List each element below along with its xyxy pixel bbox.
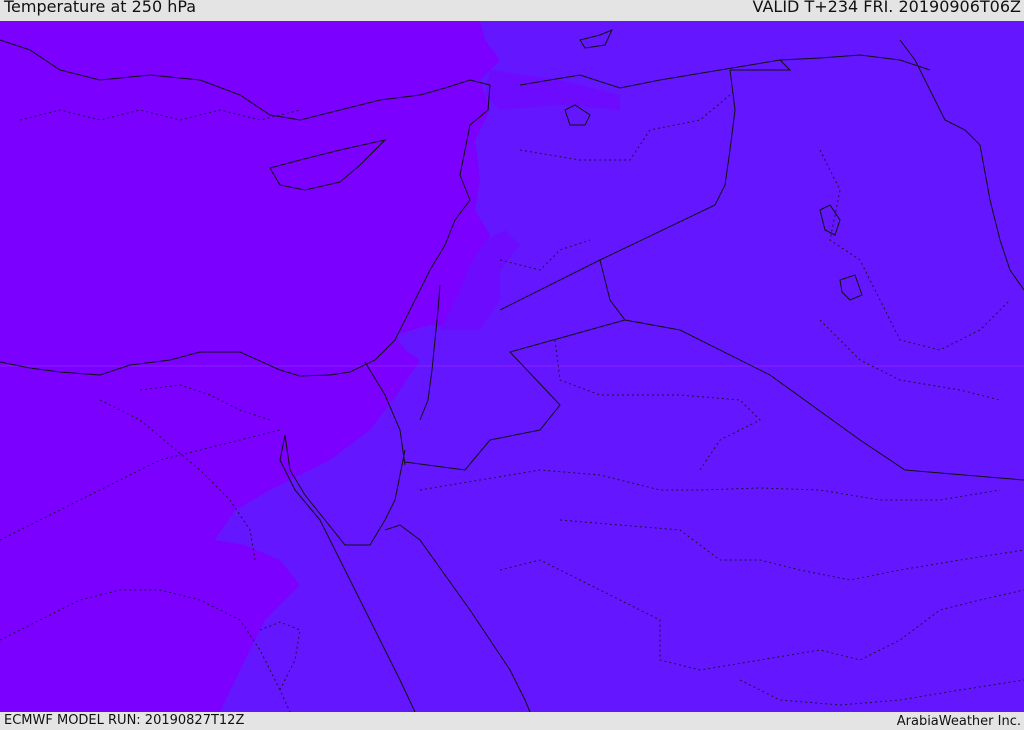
header-bar: Temperature at 250 hPa VALID T+234 FRI. … — [0, 0, 1024, 21]
credit: ArabiaWeather Inc. — [896, 714, 1021, 729]
map-title: Temperature at 250 hPa — [4, 0, 197, 16]
footer-bar: ECMWF MODEL RUN: 20190827T12Z ArabiaWeat… — [0, 712, 1024, 729]
map-svg — [0, 21, 1024, 713]
map-canvas[interactable] — [0, 21, 1024, 713]
valid-time: VALID T+234 FRI. 20190906T06Z — [752, 0, 1021, 16]
model-run: ECMWF MODEL RUN: 20190827T12Z — [4, 713, 245, 728]
